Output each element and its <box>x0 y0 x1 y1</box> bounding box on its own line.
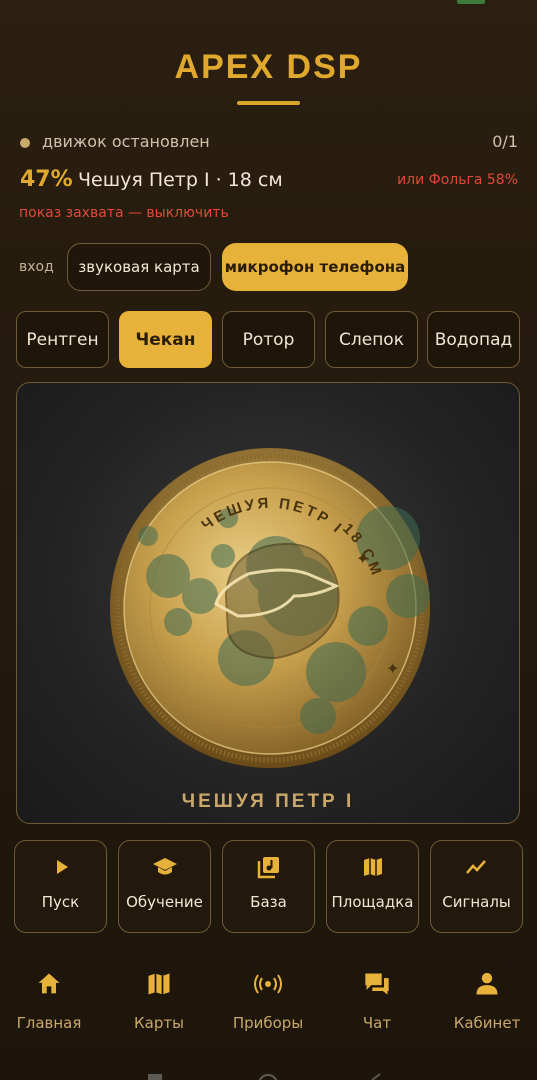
chat-icon <box>327 970 427 1000</box>
graduation-cap-icon <box>119 855 210 879</box>
coin-viewer[interactable]: ✦ ✦ ЧЕШУЯ ПЕТР I 18 СМ ЧЕШУЯ ПЕТР I <box>16 382 520 824</box>
tab-chekan[interactable]: Чекан <box>119 311 212 368</box>
person-icon <box>437 970 537 1000</box>
status-dot-icon <box>20 138 30 148</box>
viewer-caption: ЧЕШУЯ ПЕТР I <box>181 791 355 812</box>
site-button-label: Площадка <box>331 893 414 911</box>
app-title: APEX DSP <box>174 48 363 86</box>
action-buttons: Пуск Обучение База Площадка Сигналы <box>14 840 524 934</box>
library-button[interactable]: База <box>222 840 315 933</box>
play-icon <box>15 855 106 879</box>
engine-count: 0/1 <box>492 132 518 151</box>
nav-chat[interactable]: Чат <box>327 960 427 1040</box>
tab-rotor[interactable]: Ротор <box>222 311 315 368</box>
tab-vodopad[interactable]: Водопад <box>427 311 520 368</box>
detection-row: 47% Чешуя Петр I · 18 см или Фольга 58% <box>18 167 518 197</box>
coin-image: ✦ ✦ ЧЕШУЯ ПЕТР I 18 СМ <box>110 448 430 768</box>
input-selector: вход звуковая карта микрофон телефона <box>19 243 519 295</box>
status-bar <box>0 0 537 8</box>
mode-tabs: Рентген Чекан Ротор Слепок Водопад <box>16 311 522 369</box>
battery-icon <box>457 0 485 4</box>
detection-alternative: или Фольга 58% <box>397 172 518 188</box>
radar-icon <box>218 970 318 1000</box>
nav-account[interactable]: Кабинет <box>437 960 537 1040</box>
system-navigation-bar <box>148 1073 381 1080</box>
music-library-icon <box>223 855 314 879</box>
trend-line-icon <box>431 855 522 879</box>
nav-devices[interactable]: Приборы <box>218 960 318 1040</box>
start-button-label: Пуск <box>41 893 80 911</box>
svg-text:✦: ✦ <box>386 659 399 678</box>
engine-status-row: движок остановлен 0/1 <box>18 132 518 154</box>
library-button-label: База <box>250 893 287 911</box>
detection-percent: 47% <box>20 167 73 192</box>
signals-button-label: Сигналы <box>442 893 511 911</box>
map-icon <box>327 855 418 879</box>
tab-rentgen[interactable]: Рентген <box>16 311 109 368</box>
site-button[interactable]: Площадка <box>326 840 419 933</box>
nav-account-label: Кабинет <box>453 1014 521 1032</box>
signals-button[interactable]: Сигналы <box>430 840 523 933</box>
capture-toggle-link[interactable]: показ захвата — выключить <box>19 205 229 221</box>
nav-maps-label: Карты <box>134 1014 184 1032</box>
nav-home-label: Главная <box>16 1014 82 1032</box>
tab-slepok[interactable]: Слепок <box>325 311 418 368</box>
start-button[interactable]: Пуск <box>14 840 107 933</box>
training-button-label: Обучение <box>126 893 203 911</box>
nav-maps[interactable]: Карты <box>109 960 209 1040</box>
nav-home[interactable]: Главная <box>0 960 99 1040</box>
nav-devices-label: Приборы <box>232 1014 304 1032</box>
engine-status-text: движок остановлен <box>42 132 210 151</box>
training-button[interactable]: Обучение <box>118 840 211 933</box>
bottom-nav: Главная Карты Приборы Чат Кабинет <box>0 960 537 1040</box>
map-icon <box>109 970 209 1000</box>
nav-chat-label: Чат <box>362 1014 392 1032</box>
title-underline <box>237 101 300 105</box>
input-option-soundcard[interactable]: звуковая карта <box>67 243 211 291</box>
home-icon <box>0 970 99 1000</box>
input-label: вход <box>19 259 54 275</box>
detection-name: Чешуя Петр I · 18 см <box>78 169 283 191</box>
input-option-phone-mic[interactable]: микрофон телефона <box>222 243 408 291</box>
